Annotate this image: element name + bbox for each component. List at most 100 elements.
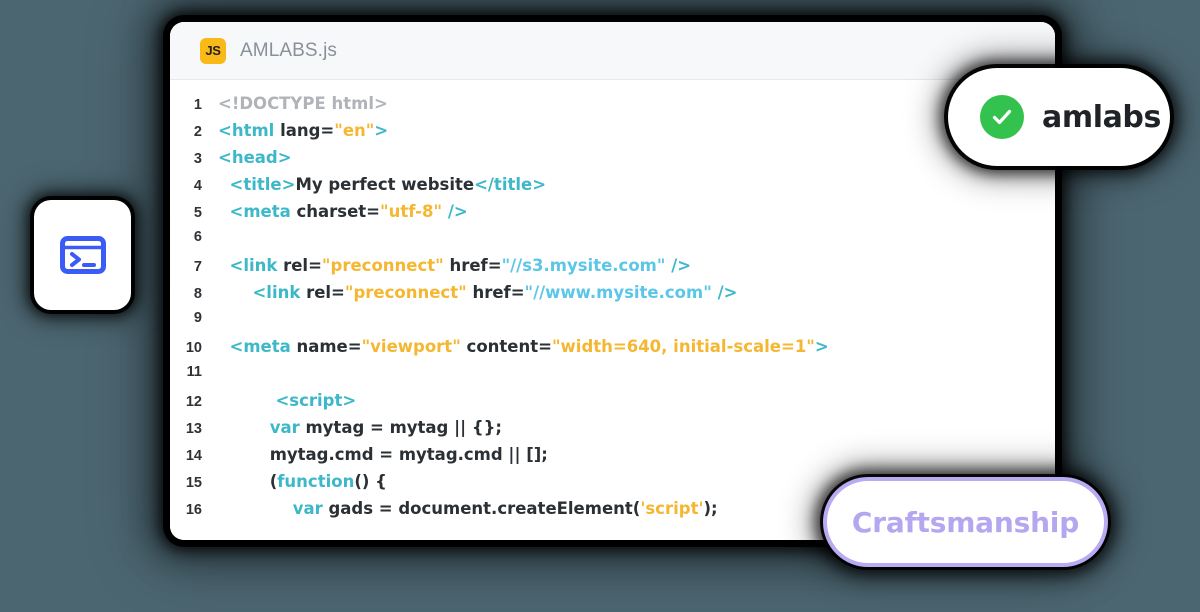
- token-str: "viewport": [361, 337, 461, 356]
- token-attr: href=: [449, 256, 502, 275]
- token-plain: mytag = mytag || {};: [299, 418, 502, 437]
- token-str: "en": [334, 121, 375, 140]
- token-tag: <meta: [229, 202, 297, 221]
- token-tag: <link: [252, 283, 307, 302]
- amlabs-badge[interactable]: amlabs: [948, 68, 1170, 166]
- code-line-text: <meta name="viewport" content="width=640…: [218, 337, 829, 356]
- code-line: 12 <script>: [170, 391, 1055, 418]
- token-attr: href=: [472, 283, 525, 302]
- line-number: 5: [193, 205, 202, 221]
- code-line: 6: [170, 229, 1055, 256]
- token-tag: <script>: [275, 391, 357, 410]
- line-number: 8: [193, 286, 202, 302]
- code-line: 10 <meta name="viewport" content="width=…: [170, 337, 1055, 364]
- code-line-text: <script>: [218, 391, 356, 410]
- token-tag: />: [447, 202, 468, 221]
- code-line: 3 <head>: [170, 148, 1055, 175]
- token-doctype: <!DOCTYPE html>: [218, 94, 388, 113]
- code-line-text: <html lang="en">: [218, 121, 388, 140]
- token-plain: mytag.cmd = mytag.cmd || [];: [218, 445, 548, 464]
- code-line-text: mytag.cmd = mytag.cmd || [];: [218, 445, 548, 464]
- token-attr: rel=: [306, 283, 345, 302]
- line-number: 13: [185, 421, 202, 437]
- line-number: 14: [185, 448, 202, 464]
- terminal-icon: [59, 236, 106, 274]
- token-url: "//s3.mysite.com": [501, 256, 666, 275]
- line-number: 15: [185, 475, 202, 491]
- token-str: "preconnect": [344, 283, 467, 302]
- code-line-text: <!DOCTYPE html>: [218, 94, 388, 113]
- token-attr: charset=: [296, 202, 381, 221]
- code-line-text: <link rel="preconnect" href="//www.mysit…: [218, 283, 737, 302]
- line-number: 11: [186, 364, 202, 380]
- token-plain: () {: [354, 472, 387, 491]
- token-kw: var: [269, 418, 300, 437]
- token-tag: </title>: [474, 175, 547, 194]
- token-tag: >: [374, 121, 389, 140]
- token-url: "//www.mysite.com": [524, 283, 712, 302]
- code-line: 4 <title>My perfect website</title>: [170, 175, 1055, 202]
- token-str: "preconnect": [321, 256, 444, 275]
- amlabs-label: amlabs: [1042, 99, 1161, 135]
- line-number: 6: [193, 229, 202, 245]
- token-kw: var: [292, 499, 323, 518]
- code-line: 13 var mytag = mytag || {};: [170, 418, 1055, 445]
- token-kw: function: [277, 472, 355, 491]
- code-line-text: <link rel="preconnect" href="//s3.mysite…: [218, 256, 692, 275]
- token-str: "utf-8": [380, 202, 443, 221]
- line-number: 9: [193, 310, 202, 326]
- code-editor-window: JS AMLABS.js 1 <!DOCTYPE html> 2 <html lang…: [170, 22, 1055, 540]
- code-line: 9: [170, 310, 1055, 337]
- code-line: 5 <meta charset="utf-8" />: [170, 202, 1055, 229]
- code-line-text: var gads = document.createElement('scrip…: [218, 499, 718, 518]
- line-number: 2: [193, 124, 202, 140]
- checkmark-icon: [992, 109, 1012, 125]
- token-plain: My perfect website: [295, 175, 475, 194]
- token-tag: <link: [229, 256, 284, 275]
- code-line: 1 <!DOCTYPE html>: [170, 94, 1055, 121]
- line-number: 4: [193, 178, 202, 194]
- token-attr: lang=: [280, 121, 335, 140]
- token-plain: );: [703, 499, 718, 518]
- token-attr: rel=: [283, 256, 322, 275]
- code-line-text: var mytag = mytag || {};: [218, 418, 502, 437]
- token-attr: name=: [296, 337, 362, 356]
- token-tag: />: [717, 283, 738, 302]
- token-tag: <html: [218, 121, 281, 140]
- token-plain: (: [218, 472, 278, 491]
- check-circle-icon: [980, 95, 1024, 139]
- code-line: 14 mytag.cmd = mytag.cmd || [];: [170, 445, 1055, 472]
- code-line-text: <title>My perfect website</title>: [218, 175, 547, 194]
- js-file-icon: JS: [200, 37, 226, 64]
- code-line-text: <head>: [218, 148, 292, 167]
- token-tag: <meta: [229, 337, 297, 356]
- token-str: "width=640, initial-scale=1": [551, 337, 815, 356]
- code-line: 8 <link rel="preconnect" href="//www.mys…: [170, 283, 1055, 310]
- editor-header: JS AMLABS.js: [170, 22, 1055, 80]
- craftsmanship-badge[interactable]: Craftsmanship: [823, 477, 1108, 567]
- line-number: 1: [193, 97, 202, 113]
- code-line-text: <meta charset="utf-8" />: [218, 202, 468, 221]
- token-attr: content=: [466, 337, 552, 356]
- line-number: 12: [185, 394, 202, 410]
- token-str: 'script': [640, 499, 704, 518]
- line-number: 7: [193, 259, 202, 275]
- token-tag: <head>: [218, 148, 292, 167]
- file-title: AMLABS.js: [240, 39, 337, 61]
- terminal-card[interactable]: [34, 200, 131, 310]
- line-number: 16: [185, 502, 202, 518]
- code-line-text: (function() {: [218, 472, 387, 491]
- code-line: 11: [170, 364, 1055, 391]
- code-line: 2 <html lang="en">: [170, 121, 1055, 148]
- line-number: 10: [185, 340, 202, 356]
- code-content[interactable]: 1 <!DOCTYPE html> 2 <html lang="en"> 3 <head>…: [170, 80, 1055, 540]
- token-tag: />: [671, 256, 692, 275]
